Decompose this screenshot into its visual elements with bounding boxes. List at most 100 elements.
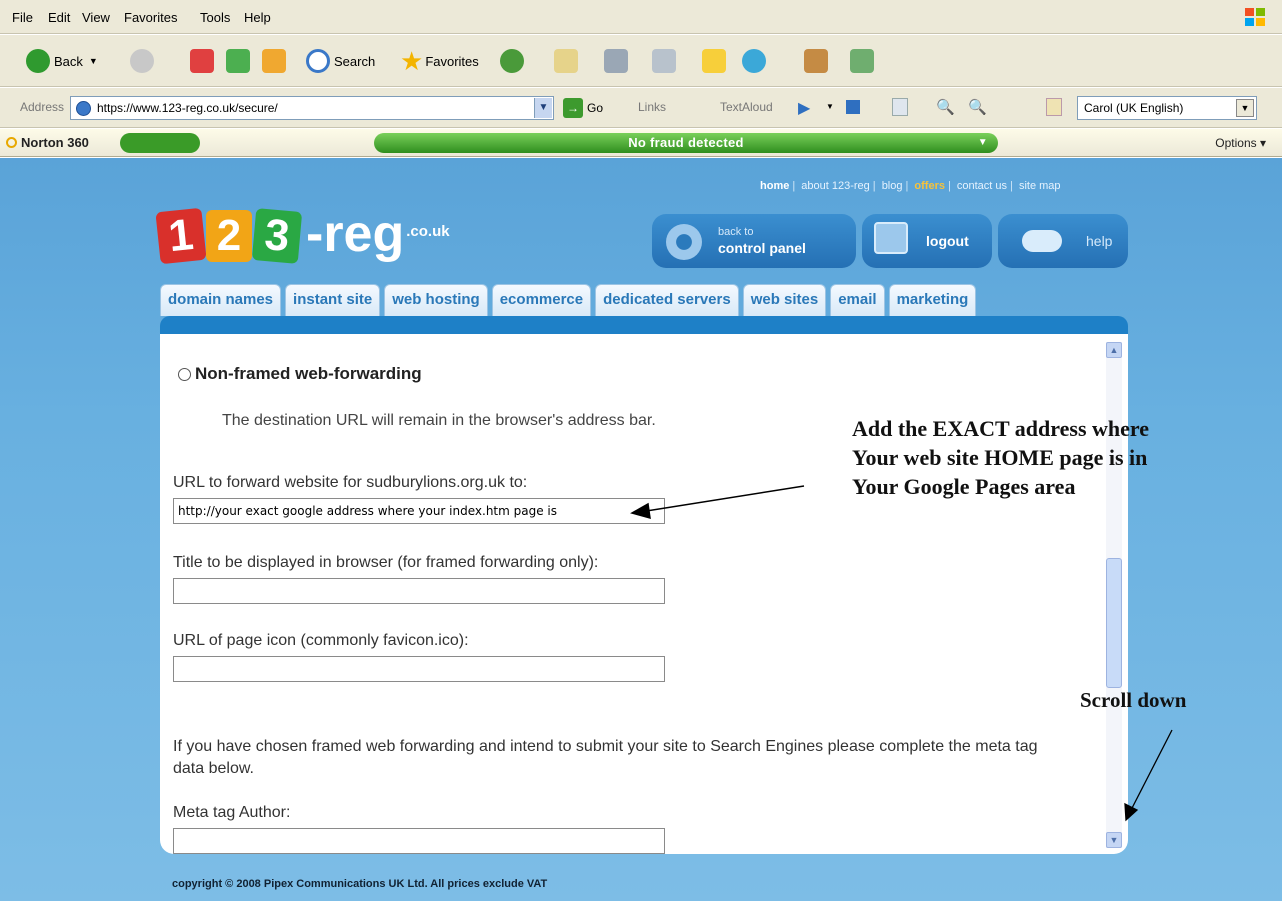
chevron-down-icon: ▼	[88, 56, 98, 66]
messenger-button[interactable]	[742, 47, 770, 75]
mail-icon	[554, 49, 578, 73]
mail-button[interactable]	[554, 47, 578, 75]
norton-label: Norton 360	[21, 135, 89, 150]
voice-select[interactable]: Carol (UK English) ▼	[1077, 96, 1257, 120]
history-button[interactable]	[500, 47, 528, 75]
meta-author-input[interactable]	[173, 828, 665, 854]
norton-options-button[interactable]: Options ▾	[1215, 136, 1266, 150]
tab-domain-names[interactable]: domain names	[160, 284, 282, 316]
monitor-icon	[874, 222, 908, 254]
star-icon: ★	[400, 45, 424, 76]
search-label: Search	[334, 53, 376, 69]
gear-icon	[666, 224, 702, 260]
back-button[interactable]: Back ▼	[26, 47, 98, 75]
print-button[interactable]	[604, 47, 628, 75]
people-button[interactable]	[850, 47, 874, 75]
address-bar: Address https://www.123-reg.co.uk/secure…	[0, 88, 1282, 128]
norton-network-icon[interactable]	[120, 133, 200, 153]
non-framed-description: The destination URL will remain in the b…	[222, 412, 656, 429]
site-logo[interactable]: 1 2 3 -reg .co.uk	[155, 198, 450, 265]
menu-bar: File Edit View Favorites Tools Help	[0, 0, 1282, 34]
forward-arrow-icon	[130, 49, 154, 73]
print-icon	[604, 49, 628, 73]
link-blog[interactable]: blog	[882, 180, 903, 192]
voice-dropdown-icon: ▼	[1236, 99, 1254, 117]
link-sitemap[interactable]: site map	[1019, 180, 1061, 192]
tab-email[interactable]: email	[830, 284, 885, 316]
zoom-in-icon[interactable]: 🔍	[936, 98, 955, 116]
page-icon-input[interactable]	[173, 656, 665, 682]
control-panel-label: control panel	[718, 240, 806, 256]
tab-web-sites[interactable]: web sites	[742, 284, 827, 316]
stop-square-icon[interactable]	[846, 100, 860, 114]
address-dropdown-icon[interactable]: ▼	[534, 98, 552, 118]
non-framed-option[interactable]: Non-framed web-forwarding	[178, 364, 422, 384]
tab-marketing[interactable]: marketing	[888, 284, 977, 316]
scroll-up-icon[interactable]: ▲	[1106, 342, 1122, 358]
norton-brand[interactable]: Norton 360	[6, 135, 89, 150]
tab-dedicated-servers[interactable]: dedicated servers	[595, 284, 739, 316]
forward-button[interactable]	[130, 47, 158, 75]
norton-logo-icon	[6, 137, 17, 148]
link-contact[interactable]: contact us	[957, 180, 1007, 192]
page-favicon-icon	[76, 101, 91, 116]
favorites-button[interactable]: ★ Favorites	[400, 45, 479, 76]
logout-button[interactable]: logout	[862, 214, 992, 268]
menu-view[interactable]: View	[82, 10, 110, 25]
top-links: home | about 123-reg | blog | offers | conta…	[760, 180, 1061, 192]
help-button[interactable]: help	[998, 214, 1128, 268]
content-panel: Non-framed web-forwarding The destinatio…	[160, 334, 1128, 854]
chevron-down-icon[interactable]: ▼	[826, 102, 834, 111]
tab-web-hosting[interactable]: web hosting	[384, 284, 488, 316]
logout-label: logout	[926, 233, 969, 249]
logo-reg: -reg	[306, 205, 405, 263]
notes-button[interactable]	[702, 47, 726, 75]
forward-url-label: URL to forward website for sudburylions.…	[173, 474, 528, 491]
page-icon-label: URL of page icon (commonly favicon.ico):	[173, 632, 469, 649]
logo-tld: .co.uk	[406, 223, 450, 240]
tab-instant-site[interactable]: instant site	[285, 284, 381, 316]
address-input[interactable]: https://www.123-reg.co.uk/secure/ ▼	[70, 96, 554, 120]
menu-favorites[interactable]: Favorites	[124, 10, 177, 25]
refresh-button[interactable]	[226, 47, 250, 75]
meta-author-label: Meta tag Author:	[173, 804, 291, 821]
go-arrow-icon: →	[563, 98, 583, 118]
logo-digit-2: 2	[206, 210, 252, 262]
forward-url-input[interactable]: http://your exact google address where y…	[173, 498, 665, 524]
fraud-status-bar[interactable]: No fraud detected ▼	[374, 133, 998, 153]
annotation-line-3: Your Google Pages area	[852, 474, 1076, 499]
non-framed-radio[interactable]	[178, 367, 191, 381]
annotation-line-2: Your web site HOME page is in	[852, 445, 1148, 470]
zoom-out-icon[interactable]: 🔍	[968, 98, 987, 116]
link-home[interactable]: home	[760, 180, 789, 192]
play-icon[interactable]: ▶	[798, 98, 810, 118]
tab-ecommerce[interactable]: ecommerce	[491, 284, 592, 316]
refresh-icon	[226, 49, 250, 73]
stop-button[interactable]	[190, 47, 214, 75]
edit-button[interactable]	[652, 47, 676, 75]
home-button[interactable]	[262, 47, 286, 75]
links-button[interactable]: Links	[638, 100, 666, 114]
browser-toolbar: Back ▼ Search ★ Favorites	[0, 35, 1282, 87]
go-button[interactable]: → Go	[563, 98, 603, 118]
page-footer: copyright © 2008 Pipex Communications UK…	[172, 878, 548, 890]
address-url: https://www.123-reg.co.uk/secure/	[97, 101, 278, 115]
research-button[interactable]	[804, 47, 828, 75]
back-arrow-icon	[26, 49, 50, 73]
voice-value: Carol (UK English)	[1084, 101, 1184, 115]
browser-title-input[interactable]	[173, 578, 665, 604]
search-button[interactable]: Search	[306, 47, 375, 75]
menu-edit[interactable]: Edit	[48, 10, 70, 25]
document-icon[interactable]	[892, 98, 908, 116]
link-offers[interactable]: offers	[914, 180, 945, 192]
menu-help[interactable]: Help	[244, 10, 271, 25]
scroll-thumb[interactable]	[1106, 558, 1122, 688]
scroll-down-icon[interactable]: ▼	[1106, 832, 1122, 848]
link-about[interactable]: about 123-reg	[801, 180, 870, 192]
voice-settings-icon[interactable]	[1046, 98, 1062, 116]
menu-tools[interactable]: Tools	[200, 10, 230, 25]
control-panel-small-label: back to	[718, 226, 754, 238]
menu-file[interactable]: File	[12, 10, 33, 25]
control-panel-button[interactable]: back to control panel	[652, 214, 856, 268]
non-framed-label: Non-framed web-forwarding	[195, 364, 422, 383]
